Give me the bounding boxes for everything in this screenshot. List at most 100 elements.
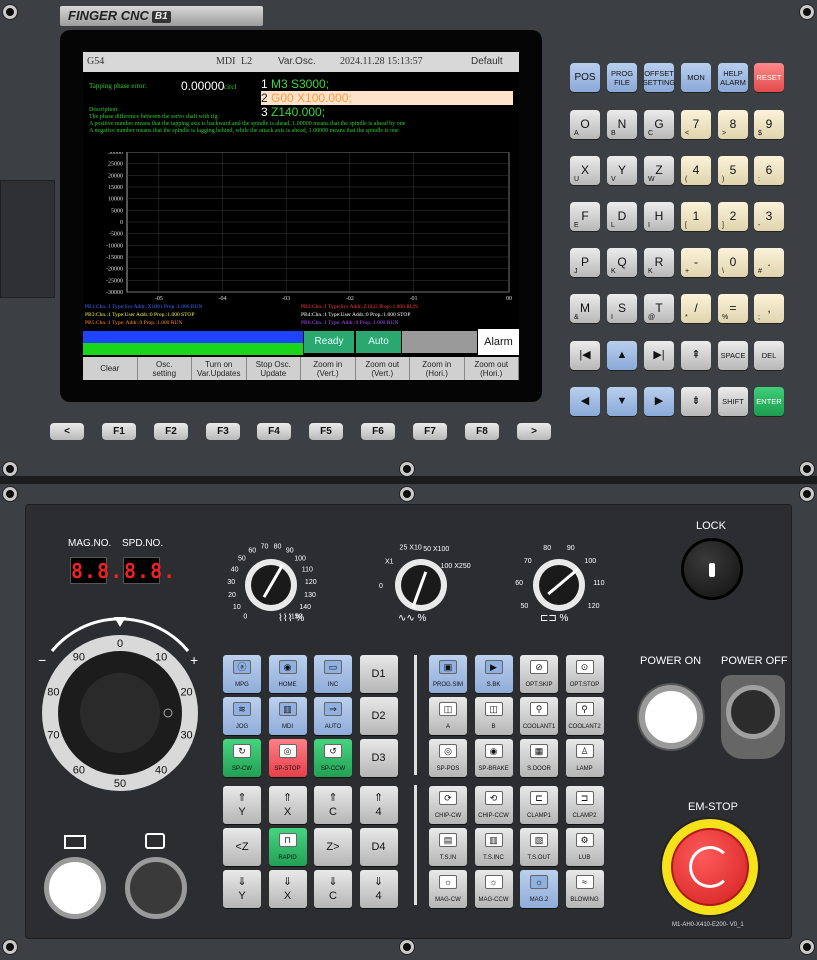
op-key-coolant2[interactable]: ⚲ COOLANT2	[565, 697, 604, 735]
key-/[interactable]: / *	[681, 294, 711, 323]
f6-key[interactable]: F6	[361, 423, 395, 440]
key-,[interactable]: ,;	[754, 294, 784, 323]
key-M[interactable]: M &	[570, 294, 600, 323]
op-key-prog-sim[interactable]: ▣ PROG.SIM	[429, 655, 467, 693]
key-9[interactable]: 9 $	[754, 110, 784, 139]
key-H[interactable]: HI	[644, 202, 674, 231]
op-key-sp-ccw[interactable]: ↺ SP-CCW	[314, 739, 352, 777]
op-key-chip-cw[interactable]: ⟳ CHIP-CW	[429, 786, 467, 824]
op-key-opt-stop[interactable]: ⊙ OPT.STOP	[565, 655, 604, 693]
f3-key[interactable]: F3	[206, 423, 240, 440]
op-key-coolant1[interactable]: ⚲ COOLANT1	[520, 697, 558, 735]
softkey[interactable]: Zoom out (Vert.)	[356, 357, 410, 380]
op-key-s-door[interactable]: ▦ S.DOOR	[520, 739, 558, 777]
op-key-t-s-out[interactable]: ▧ T.S.OUT	[520, 828, 558, 866]
op-key-d3[interactable]: D3	[359, 739, 398, 777]
edit-key[interactable]: ▶|	[644, 341, 674, 370]
screen-key-reset[interactable]: RESET	[754, 63, 784, 92]
op-key-clamp2[interactable]: ⊐ CLAMP2	[565, 786, 604, 824]
emergency-stop-button[interactable]	[671, 828, 749, 906]
key-=[interactable]: =%	[718, 294, 748, 323]
op-key-lub[interactable]: ⚙ LUB	[565, 828, 604, 866]
softkey[interactable]: Zoom in (Hori.)	[410, 357, 465, 380]
op-key-c[interactable]: ⇓ C	[314, 870, 352, 908]
op-key-4[interactable]: ⇑ 4	[359, 786, 398, 824]
key-Q[interactable]: QK	[607, 248, 637, 277]
key-O[interactable]: OA	[570, 110, 600, 139]
key-F[interactable]: FE	[570, 202, 600, 231]
edit-key[interactable]: ENTER	[754, 387, 784, 416]
edit-key[interactable]: SPACE	[718, 341, 748, 370]
key-P[interactable]: PJ	[570, 248, 600, 277]
screen-key-mon[interactable]: MON	[681, 63, 711, 92]
op-key-mdi[interactable]: ▥ MDI	[268, 697, 307, 735]
softkey[interactable]: Zoom out (Hori.)	[465, 357, 519, 380]
op-key-sp-cw[interactable]: ↻ SP-CW	[223, 739, 261, 777]
edit-key[interactable]: ▶	[644, 387, 674, 416]
key-2[interactable]: 2]	[718, 202, 748, 231]
op-key-sp-stop[interactable]: ◎ SP-STOP	[268, 739, 307, 777]
key-4[interactable]: 4(	[681, 156, 711, 185]
power-on-button[interactable]	[639, 685, 703, 749]
softkey[interactable]: Stop Osc. Update	[247, 357, 301, 380]
key--[interactable]: - +	[681, 248, 711, 277]
op-key-home[interactable]: ◉ HOME	[268, 655, 307, 693]
op-key-clamp1[interactable]: ⊏ CLAMP1	[520, 786, 558, 824]
softkey-prev-button[interactable]: <	[50, 423, 84, 440]
cycle-start-button[interactable]	[44, 857, 106, 919]
op-key-t-s-in[interactable]: ▤ T.S.IN	[429, 828, 467, 866]
edit-key[interactable]: DEL	[754, 341, 784, 370]
mpg-handwheel[interactable]: − +0 10 20 30 40 50 60 70 80 90	[30, 613, 210, 803]
edit-key[interactable]: ⇞	[681, 341, 711, 370]
op-key-mag-ccw[interactable]: ☼ MAG-CCW	[474, 870, 513, 908]
key-S[interactable]: SI	[607, 294, 637, 323]
op-key--z[interactable]: <Z	[223, 828, 261, 866]
key-N[interactable]: NB	[607, 110, 637, 139]
op-key-lamp[interactable]: ♙ LAMP	[565, 739, 604, 777]
op-key-inc[interactable]: ▭ INC	[314, 655, 352, 693]
op-key-mpg[interactable]: ⓐ MPG	[223, 655, 261, 693]
op-key-mag-cw[interactable]: ☼ MAG-CW	[429, 870, 467, 908]
edit-key[interactable]: ◀	[570, 387, 600, 416]
power-off-button[interactable]	[726, 685, 780, 739]
edit-key[interactable]: ▲	[607, 341, 637, 370]
op-key-y[interactable]: ⇑ Y	[223, 786, 261, 824]
f5-key[interactable]: F5	[309, 423, 343, 440]
op-key-c[interactable]: ⇑ C	[314, 786, 352, 824]
op-key-sp-brake[interactable]: ◉ SP-BRAKE	[474, 739, 513, 777]
op-key-s-bk[interactable]: ▶ S.BK	[474, 655, 513, 693]
edit-key[interactable]: |◀	[570, 341, 600, 370]
key-1[interactable]: 1[	[681, 202, 711, 231]
f1-key[interactable]: F1	[102, 423, 136, 440]
edit-key[interactable]: ⇟	[681, 387, 711, 416]
op-key-chip-ccw[interactable]: ⟲ CHIP-CCW	[474, 786, 513, 824]
key-7[interactable]: 7 <	[681, 110, 711, 139]
op-key-4[interactable]: ⇓ 4	[359, 870, 398, 908]
key-D[interactable]: DL	[607, 202, 637, 231]
key-Y[interactable]: YV	[607, 156, 637, 185]
screen-key-help[interactable]: HELP ALARM	[718, 63, 748, 92]
op-key-t-s-inc[interactable]: ▥ T.S.INC	[474, 828, 513, 866]
op-key-b[interactable]: ◫ B	[474, 697, 513, 735]
feed-hold-button[interactable]	[125, 857, 187, 919]
key-Z[interactable]: ZW	[644, 156, 674, 185]
key-0[interactable]: 0 \	[718, 248, 748, 277]
edit-key[interactable]: SHIFT	[718, 387, 748, 416]
key-3[interactable]: 3-	[754, 202, 784, 231]
op-key-jog[interactable]: ≋ JOG	[223, 697, 261, 735]
op-key-sp-pos[interactable]: ◎ SP-POS	[429, 739, 467, 777]
key-X[interactable]: XU	[570, 156, 600, 185]
key-R[interactable]: RK	[644, 248, 674, 277]
softkey[interactable]: Zoom in (Vert.)	[301, 357, 356, 380]
key-8[interactable]: 8 >	[718, 110, 748, 139]
softkey[interactable]: Osc. setting	[138, 357, 192, 380]
op-key-y[interactable]: ⇓ Y	[223, 870, 261, 908]
op-key-x[interactable]: ⇑ X	[268, 786, 307, 824]
softkey[interactable]: Clear	[83, 357, 138, 380]
op-key-d1[interactable]: D1	[359, 655, 398, 693]
key-T[interactable]: T @	[644, 294, 674, 323]
key-5[interactable]: 5)	[718, 156, 748, 185]
op-key-auto[interactable]: ⇒ AUTO	[314, 697, 352, 735]
f2-key[interactable]: F2	[154, 423, 188, 440]
op-key-blowing[interactable]: ≈ BLOWING	[565, 870, 604, 908]
